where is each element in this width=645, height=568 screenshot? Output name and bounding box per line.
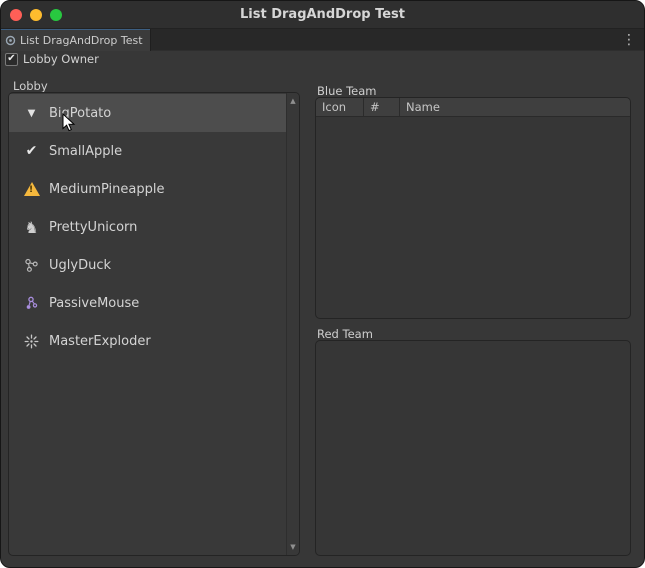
list-item-label: SmallApple xyxy=(49,144,122,159)
overflow-menu-icon[interactable]: ⋮ xyxy=(622,30,636,50)
blue-team-list: Icon # Name xyxy=(315,97,631,319)
list-item[interactable]: MasterExploder xyxy=(9,322,286,360)
close-button[interactable] xyxy=(10,9,22,21)
lobby-list-rows: ▼ BigPotato ✔ SmallApple ! MediumPineapp… xyxy=(9,94,286,360)
traffic-lights xyxy=(10,9,62,21)
list-item-label: PassiveMouse xyxy=(49,296,139,311)
blue-team-drop-area[interactable] xyxy=(316,117,630,318)
red-team-list xyxy=(315,340,631,556)
check-icon: ✔ xyxy=(23,143,40,159)
list-item[interactable]: ✔ SmallApple xyxy=(9,132,286,170)
zoom-button[interactable] xyxy=(50,9,62,21)
column-header-number[interactable]: # xyxy=(364,98,400,116)
list-item[interactable]: ♞ PrettyUnicorn xyxy=(9,208,286,246)
column-header-name[interactable]: Name xyxy=(400,98,630,116)
title-bar[interactable]: List DragAndDrop Test xyxy=(1,1,644,29)
tab-list-draganddrop-test[interactable]: List DragAndDrop Test xyxy=(1,29,151,51)
unicorn-icon: ♞ xyxy=(23,218,40,237)
list-item-label: UglyDuck xyxy=(49,258,111,273)
list-item[interactable]: PassiveMouse xyxy=(9,284,286,322)
tab-icon xyxy=(5,35,16,46)
lobby-scrollbar[interactable]: ▲ ▼ xyxy=(286,93,299,555)
lobby-section-label: Lobby xyxy=(13,79,48,93)
app-window: List DragAndDrop Test List DragAndDrop T… xyxy=(0,0,645,568)
warning-mark: ! xyxy=(29,185,33,195)
duck-icon xyxy=(23,258,40,273)
lobby-owner-toggle[interactable]: ✔ Lobby Owner xyxy=(5,51,99,67)
list-item[interactable]: UglyDuck xyxy=(9,246,286,284)
blue-team-header: Icon # Name xyxy=(316,98,630,117)
blue-team-label: Blue Team xyxy=(317,84,377,98)
window-title: List DragAndDrop Test xyxy=(240,7,405,22)
warning-icon: ! xyxy=(23,182,40,196)
red-team-label: Red Team xyxy=(317,327,373,341)
scroll-up-icon[interactable]: ▲ xyxy=(287,97,299,105)
checkbox-checked-icon[interactable]: ✔ xyxy=(5,53,18,66)
collapse-arrow-icon[interactable]: ▼ xyxy=(23,108,40,119)
mouse-cursor xyxy=(62,113,76,133)
column-header-icon[interactable]: Icon xyxy=(316,98,364,116)
list-item-label: MasterExploder xyxy=(49,334,151,349)
exploder-icon xyxy=(23,334,40,349)
red-team-drop-area[interactable] xyxy=(316,341,630,555)
minimize-button[interactable] xyxy=(30,9,42,21)
list-item-label: BigPotato xyxy=(49,106,111,121)
list-item-label: PrettyUnicorn xyxy=(49,220,137,235)
scroll-down-icon[interactable]: ▼ xyxy=(287,543,299,551)
list-item[interactable]: ▼ BigPotato xyxy=(9,94,286,132)
lobby-owner-label: Lobby Owner xyxy=(23,52,99,66)
tab-label: List DragAndDrop Test xyxy=(20,34,143,47)
mouse-icon xyxy=(23,296,40,311)
list-item-label: MediumPineapple xyxy=(49,182,164,197)
list-item[interactable]: ! MediumPineapple xyxy=(9,170,286,208)
tab-bar: List DragAndDrop Test ⋮ xyxy=(1,29,644,51)
lobby-list[interactable]: ▼ BigPotato ✔ SmallApple ! MediumPineapp… xyxy=(8,92,300,556)
